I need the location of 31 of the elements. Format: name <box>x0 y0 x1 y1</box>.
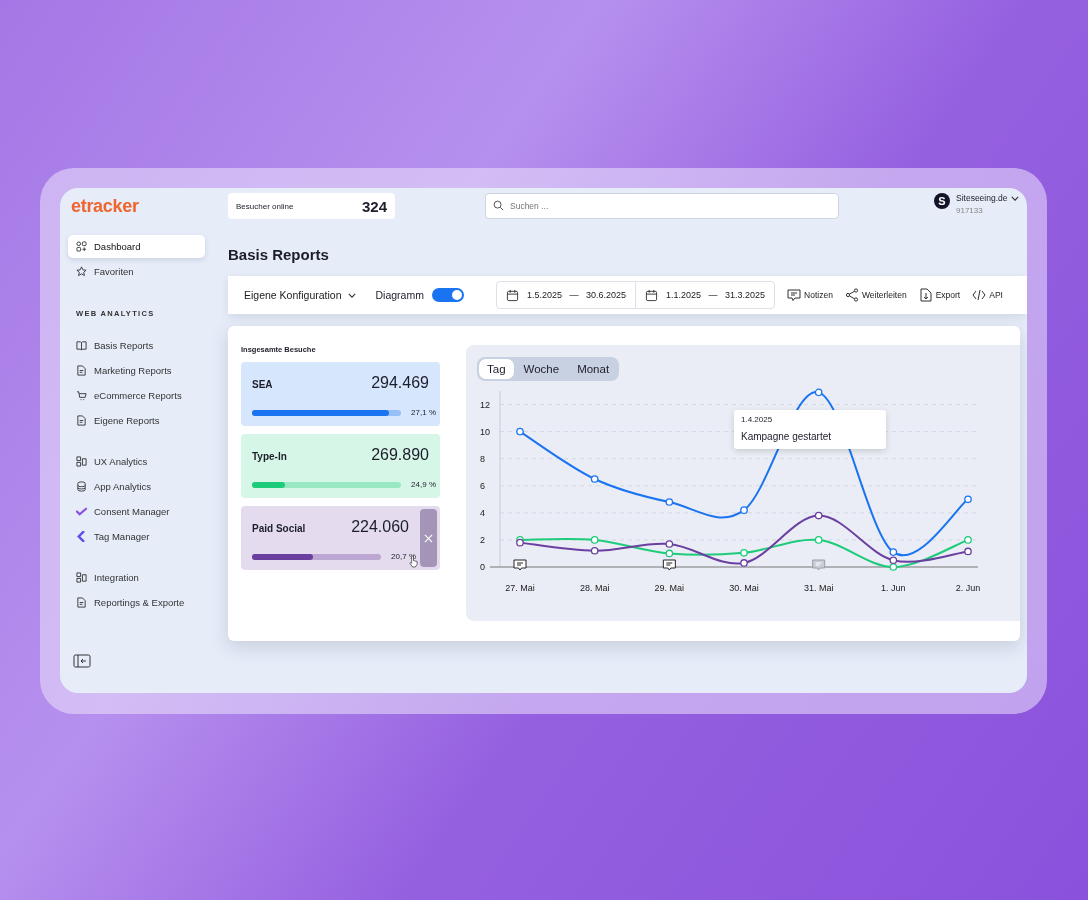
channel-name: Type-In <box>252 451 287 462</box>
toggle-label: Diagramm <box>375 289 424 301</box>
y-tick-label: 0 <box>480 562 485 572</box>
visitors-online-count: 324 <box>361 197 387 215</box>
page-title: Basis Reports <box>228 246 329 263</box>
y-tick-label: 2 <box>480 534 485 545</box>
x-tick-label: 31. Mai <box>803 583 834 593</box>
y-tick-label: 6 <box>480 480 485 491</box>
x-tick-label: 1. Jun <box>881 583 906 593</box>
channel-visits: 224.060 <box>351 518 409 536</box>
channel-share: 20,7 % <box>391 552 416 561</box>
x-tick-label: 29. Mai <box>654 583 685 593</box>
channel-visits: 269.890 <box>371 446 429 464</box>
x-tick-label: 30. Mai <box>729 583 759 593</box>
y-tick-label: 4 <box>480 507 485 518</box>
logo: etracker <box>71 196 139 217</box>
channel-share: 24,9 % <box>411 480 436 489</box>
x-tick-label: 2. Jun <box>955 583 981 593</box>
x-tick-label: 27. Mai <box>505 583 535 593</box>
y-tick-label: 10 <box>480 426 490 437</box>
x-tick-label: 28. Mai <box>579 583 610 593</box>
tooltip-date: 1.4.2025 <box>741 415 773 424</box>
tooltip-text: Kampagne gestartet <box>741 431 832 442</box>
channel-name: SEA <box>252 379 273 390</box>
y-tick-label: 12 <box>480 399 490 410</box>
channel-name: Paid Social <box>252 523 306 534</box>
account-id: 917133 <box>956 206 983 215</box>
channel-visits: 294.469 <box>371 374 429 392</box>
channel-share: 27,1 % <box>411 408 436 417</box>
y-tick-label: 8 <box>480 453 485 464</box>
visitors-online-label: Besucher online <box>236 201 294 211</box>
